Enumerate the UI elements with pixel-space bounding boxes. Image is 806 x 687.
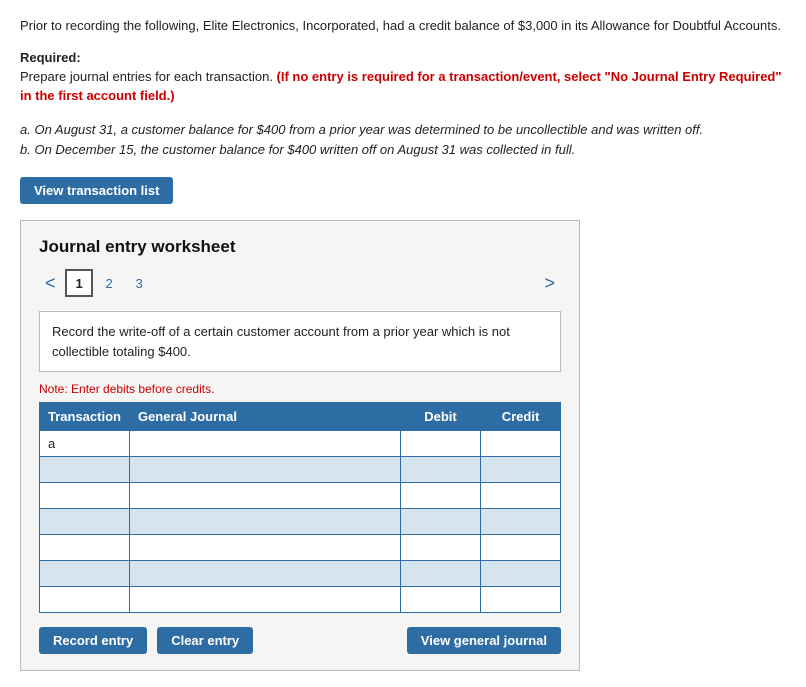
- page-2[interactable]: 2: [95, 269, 123, 297]
- debit-input-3[interactable]: [401, 483, 481, 509]
- table-row: [40, 483, 561, 509]
- credit-input-6[interactable]: [481, 561, 561, 587]
- row-label-7: [40, 587, 130, 613]
- gj-input-6[interactable]: [130, 561, 400, 586]
- debit-input-7[interactable]: [401, 587, 481, 613]
- db-input-2[interactable]: [401, 457, 480, 482]
- prev-arrow[interactable]: <: [39, 271, 62, 296]
- table-row: [40, 587, 561, 613]
- db-input-5[interactable]: [401, 535, 480, 560]
- intro-paragraph: Prior to recording the following, Elite …: [20, 16, 786, 36]
- table-row: [40, 457, 561, 483]
- cr-input-4[interactable]: [481, 509, 560, 534]
- credit-input-2[interactable]: [481, 457, 561, 483]
- pagination-bar: < 1 2 3 >: [39, 269, 561, 297]
- gj-input-4[interactable]: [130, 509, 400, 534]
- row-label-6: [40, 561, 130, 587]
- debit-input-4[interactable]: [401, 509, 481, 535]
- debit-input-1[interactable]: [401, 431, 481, 457]
- next-arrow[interactable]: >: [538, 271, 561, 296]
- general-journal-input-5[interactable]: [129, 535, 400, 561]
- credit-input-7[interactable]: [481, 587, 561, 613]
- gj-input-1[interactable]: [130, 431, 400, 456]
- cr-input-1[interactable]: [481, 431, 560, 456]
- row-label-4: [40, 509, 130, 535]
- debit-input-5[interactable]: [401, 535, 481, 561]
- required-body: Prepare journal entries for each transac…: [20, 67, 786, 106]
- row-label-a: a: [40, 431, 130, 457]
- table-row: a: [40, 431, 561, 457]
- note-text: Note: Enter debits before credits.: [39, 382, 561, 396]
- worksheet-title: Journal entry worksheet: [39, 237, 561, 257]
- db-input-7[interactable]: [401, 587, 480, 612]
- db-input-1[interactable]: [401, 431, 480, 456]
- cr-input-3[interactable]: [481, 483, 560, 508]
- debit-input-2[interactable]: [401, 457, 481, 483]
- credit-input-1[interactable]: [481, 431, 561, 457]
- journal-table: Transaction General Journal Debit Credit…: [39, 402, 561, 613]
- credit-input-5[interactable]: [481, 535, 561, 561]
- clear-entry-button[interactable]: Clear entry: [157, 627, 253, 654]
- row-label-3: [40, 483, 130, 509]
- cr-input-2[interactable]: [481, 457, 560, 482]
- cr-input-5[interactable]: [481, 535, 560, 560]
- col-credit: Credit: [481, 403, 561, 431]
- record-entry-button[interactable]: Record entry: [39, 627, 147, 654]
- journal-worksheet: Journal entry worksheet < 1 2 3 > Record…: [20, 220, 580, 671]
- required-label: Required:: [20, 50, 786, 65]
- table-row: [40, 509, 561, 535]
- required-normal-text: Prepare journal entries for each transac…: [20, 69, 273, 84]
- page-1[interactable]: 1: [65, 269, 93, 297]
- credit-input-4[interactable]: [481, 509, 561, 535]
- description-box: Record the write-off of a certain custom…: [39, 311, 561, 372]
- col-transaction: Transaction: [40, 403, 130, 431]
- gj-input-3[interactable]: [130, 483, 400, 508]
- general-journal-input-1[interactable]: [129, 431, 400, 457]
- general-journal-input-3[interactable]: [129, 483, 400, 509]
- table-row: [40, 561, 561, 587]
- col-general-journal: General Journal: [129, 403, 400, 431]
- table-row: [40, 535, 561, 561]
- transaction-b: b. On December 15, the customer balance …: [20, 140, 786, 161]
- general-journal-input-2[interactable]: [129, 457, 400, 483]
- general-journal-input-7[interactable]: [129, 587, 400, 613]
- page-3[interactable]: 3: [125, 269, 153, 297]
- gj-input-2[interactable]: [130, 457, 400, 482]
- db-input-4[interactable]: [401, 509, 480, 534]
- view-general-journal-button[interactable]: View general journal: [407, 627, 561, 654]
- row-label-2: [40, 457, 130, 483]
- gj-input-5[interactable]: [130, 535, 400, 560]
- general-journal-input-6[interactable]: [129, 561, 400, 587]
- row-label-5: [40, 535, 130, 561]
- transaction-a: a. On August 31, a customer balance for …: [20, 120, 786, 141]
- view-transaction-btn-container: View transaction list: [20, 177, 786, 204]
- debit-input-6[interactable]: [401, 561, 481, 587]
- general-journal-input-4[interactable]: [129, 509, 400, 535]
- gj-input-7[interactable]: [130, 587, 400, 612]
- db-input-3[interactable]: [401, 483, 480, 508]
- cr-input-7[interactable]: [481, 587, 560, 612]
- col-debit: Debit: [401, 403, 481, 431]
- bottom-buttons: Record entry Clear entry View general jo…: [39, 627, 561, 654]
- cr-input-6[interactable]: [481, 561, 560, 586]
- db-input-6[interactable]: [401, 561, 480, 586]
- transactions-section: a. On August 31, a customer balance for …: [20, 120, 786, 162]
- credit-input-3[interactable]: [481, 483, 561, 509]
- view-transaction-button[interactable]: View transaction list: [20, 177, 173, 204]
